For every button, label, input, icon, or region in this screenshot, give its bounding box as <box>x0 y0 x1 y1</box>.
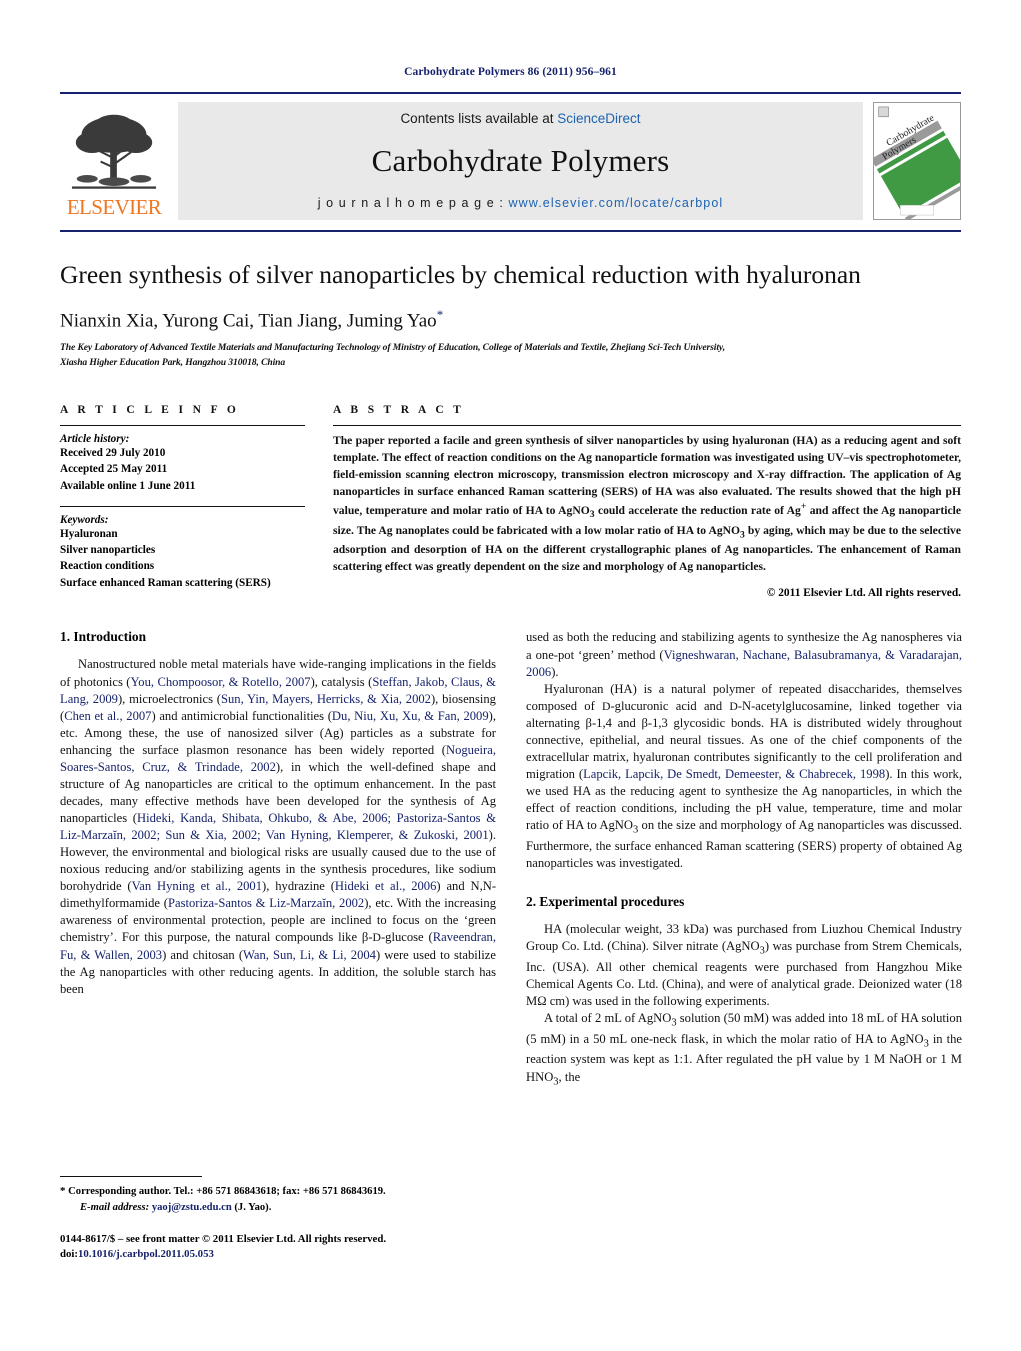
doi-link[interactable]: 10.1016/j.carbpol.2011.05.053 <box>78 1248 214 1260</box>
section-heading-experimental: 2. Experimental procedures <box>526 894 685 910</box>
text-run: ), hydrazine ( <box>262 879 335 894</box>
text-run: ), microelectronics ( <box>117 691 221 706</box>
body-columns: 1. Introduction Nanostructured noble met… <box>60 629 962 1089</box>
homepage-prefix: j o u r n a l h o m e p a g e : <box>317 196 509 210</box>
elsevier-wordmark: ELSEVIER <box>66 195 162 219</box>
journal-homepage-line: j o u r n a l h o m e p a g e : www.else… <box>318 196 724 210</box>
journal-cover-thumbnail: Carbohydrate Polymers <box>873 102 961 220</box>
info-abstract-region: A R T I C L E I N F O Article history: R… <box>60 404 961 599</box>
corresponding-author-text: Corresponding author. Tel.: +86 571 8684… <box>65 1186 386 1197</box>
elsevier-tree-icon <box>71 114 157 189</box>
section-heading-introduction: 1. Introduction <box>60 629 147 645</box>
email-note: E-mail address: yaoj@zstu.edu.cn (J. Yao… <box>60 1200 496 1215</box>
citation-link[interactable]: Sun, Yin, Mayers, Herricks, & Xia, 2002 <box>221 692 431 706</box>
abstract-part-2: could accelerate the reduction rate of A… <box>594 504 801 518</box>
corresponding-author-note: * Corresponding author. Tel.: +86 571 86… <box>60 1184 496 1200</box>
history-online: Available online 1 June 2011 <box>60 479 196 492</box>
journal-cover-image: Carbohydrate Polymers <box>874 103 960 219</box>
journal-title: Carbohydrate Polymers <box>371 143 670 178</box>
text-run: ), catalysis ( <box>310 674 373 689</box>
citation-link[interactable]: Du, Niu, Xu, Xu, & Fan, 2009 <box>332 709 489 723</box>
title-block: Green synthesis of silver nanoparticles … <box>60 232 961 370</box>
article-page: Carbohydrate Polymers 86 (2011) 956–961 <box>0 0 1021 1351</box>
text-run: -glucose ( <box>380 930 433 945</box>
keywords-rule <box>60 505 305 507</box>
corresponding-author-marker: * <box>436 307 444 323</box>
homepage-url-link[interactable]: www.elsevier.com/locate/carbpol <box>509 196 724 210</box>
article-history-label: Article history: <box>60 433 130 446</box>
keywords-label: Keywords: <box>60 513 109 526</box>
keyword-item: Silver nanoparticles <box>60 544 156 557</box>
citation-link[interactable]: Van Hyning et al., 2001 <box>132 879 262 893</box>
email-link[interactable]: yaoj@zstu.edu.cn <box>152 1202 232 1213</box>
citation-link[interactable]: Pastoriza-Santos & Liz-Marzaĭn, 2002 <box>168 896 364 910</box>
author-list: Nianxin Xia, Yurong Cai, Tian Jiang, Jum… <box>60 307 961 332</box>
affiliation-line-1: The Key Laboratory of Advanced Textile M… <box>60 342 725 354</box>
history-received: Received 29 July 2010 <box>60 447 166 460</box>
journal-header-box: Contents lists available at ScienceDirec… <box>178 102 863 220</box>
footnote-region: * Corresponding author. Tel.: +86 571 86… <box>60 1176 496 1263</box>
citation-link[interactable]: Lapcik, Lapcik, De Smedt, Demeester, & C… <box>583 767 885 781</box>
abstract-rule <box>333 425 961 427</box>
article-info-heading: A R T I C L E I N F O <box>60 404 240 417</box>
page-title: Green synthesis of silver nanoparticles … <box>60 260 861 289</box>
keyword-item: Surface enhanced Raman scattering (SERS) <box>60 576 271 589</box>
intro-paragraph-2: Hyaluronan (HA) is a natural polymer of … <box>526 681 962 872</box>
citation-link[interactable]: Vigneshwaran, Nachane, Balasubramanya, &… <box>526 648 962 679</box>
keyword-item: Reaction conditions <box>60 560 155 573</box>
issn-copyright-block: 0144-8617/$ – see front matter © 2011 El… <box>60 1232 496 1263</box>
article-history-group: Article history: Received 29 July 2010 A… <box>60 433 305 494</box>
text-run: -glucuronic acid and <box>610 698 730 713</box>
email-suffix: (J. Yao). <box>231 1201 272 1213</box>
text-run: A total of 2 mL of AgNO <box>544 1011 672 1026</box>
text-run: ) and antimicrobial functionalities ( <box>151 708 332 723</box>
article-info-column: A R T I C L E I N F O Article history: R… <box>60 404 305 599</box>
experimental-paragraph-2: A total of 2 mL of AgNO3 solution (50 mM… <box>526 1010 962 1089</box>
author-names: Nianxin Xia, Yurong Cai, Tian Jiang, Jum… <box>60 310 437 332</box>
contents-list-line: Contents lists available at ScienceDirec… <box>400 111 640 126</box>
doi-label: doi: <box>60 1248 78 1261</box>
text-run: ) and chitosan ( <box>162 947 244 962</box>
abstract-heading: A B S T R A C T <box>333 404 465 417</box>
intro-paragraph-1-cont: used as both the reducing and stabilizin… <box>526 629 962 680</box>
history-accepted: Accepted 25 May 2011 <box>60 463 168 476</box>
smallcaps-run: D <box>729 699 738 713</box>
abstract-text: The paper reported a facile and green sy… <box>333 433 961 575</box>
email-label: E-mail address: <box>80 1201 150 1213</box>
doi-line: doi:10.1016/j.carbpol.2011.05.053 <box>60 1247 496 1263</box>
affiliation-line-2: Xiasha Higher Education Park, Hangzhou 3… <box>60 356 286 368</box>
article-info-rule <box>60 425 305 427</box>
citation-link[interactable]: Wan, Sun, Li, & Li, 2004 <box>243 948 376 962</box>
contents-prefix: Contents lists available at <box>400 111 558 126</box>
experimental-paragraph-1: HA (molecular weight, 33 kDa) was purcha… <box>526 921 962 1010</box>
text-run: , the <box>558 1069 581 1084</box>
body-column-left: 1. Introduction Nanostructured noble met… <box>60 629 496 1089</box>
running-head: Carbohydrate Polymers 86 (2011) 956–961 <box>404 66 617 78</box>
citation-link[interactable]: Chen et al., 2007 <box>64 709 151 723</box>
elsevier-logo: ELSEVIER <box>60 102 168 220</box>
abstract-column: A B S T R A C T The paper reported a fac… <box>333 404 961 599</box>
smallcaps-run: D <box>372 931 381 945</box>
issn-line: 0144-8617/$ – see front matter © 2011 El… <box>60 1232 387 1245</box>
footnote-rule <box>60 1176 202 1177</box>
keywords-group: Keywords: Hyaluronan Silver nanoparticle… <box>60 514 305 591</box>
intro-paragraph-1: Nanostructured noble metal materials hav… <box>60 656 496 997</box>
citation-link[interactable]: You, Chompoosor, & Rotello, 2007 <box>130 675 310 689</box>
sciencedirect-link[interactable]: ScienceDirect <box>557 111 640 126</box>
affiliation: The Key Laboratory of Advanced Textile M… <box>60 341 961 370</box>
text-run-cont: used as both the reducing and stabilizin… <box>526 630 963 679</box>
abstract-copyright: © 2011 Elsevier Ltd. All rights reserved… <box>766 587 961 600</box>
citation-link[interactable]: Hideki et al., 2006 <box>335 879 436 893</box>
keyword-item: Hyaluronan <box>60 527 118 540</box>
body-column-right: used as both the reducing and stabilizin… <box>526 629 962 1089</box>
journal-masthead: ELSEVIER Contents lists available at Sci… <box>60 92 961 220</box>
